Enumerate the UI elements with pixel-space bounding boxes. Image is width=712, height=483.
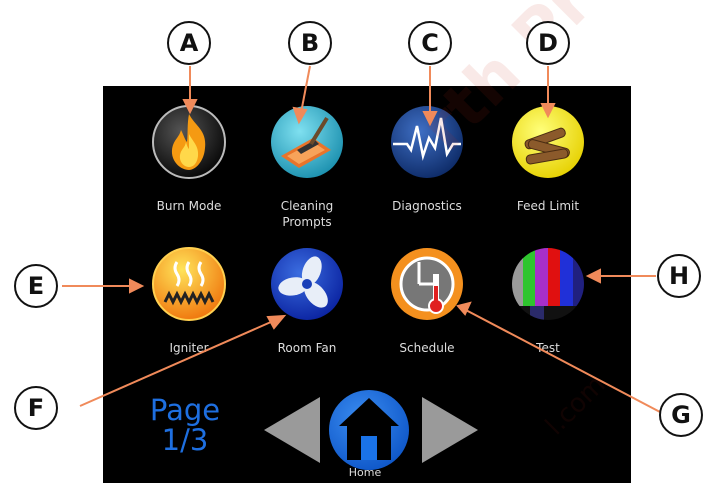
callout-a: A [167,21,211,65]
callout-e: E [14,264,58,308]
callout-b: B [288,21,332,65]
callout-d: D [526,21,570,65]
callout-c: C [408,21,452,65]
callout-h: H [657,254,701,298]
callout-f: F [14,386,58,430]
callout-g: G [659,393,703,437]
callout-lines [62,65,661,413]
